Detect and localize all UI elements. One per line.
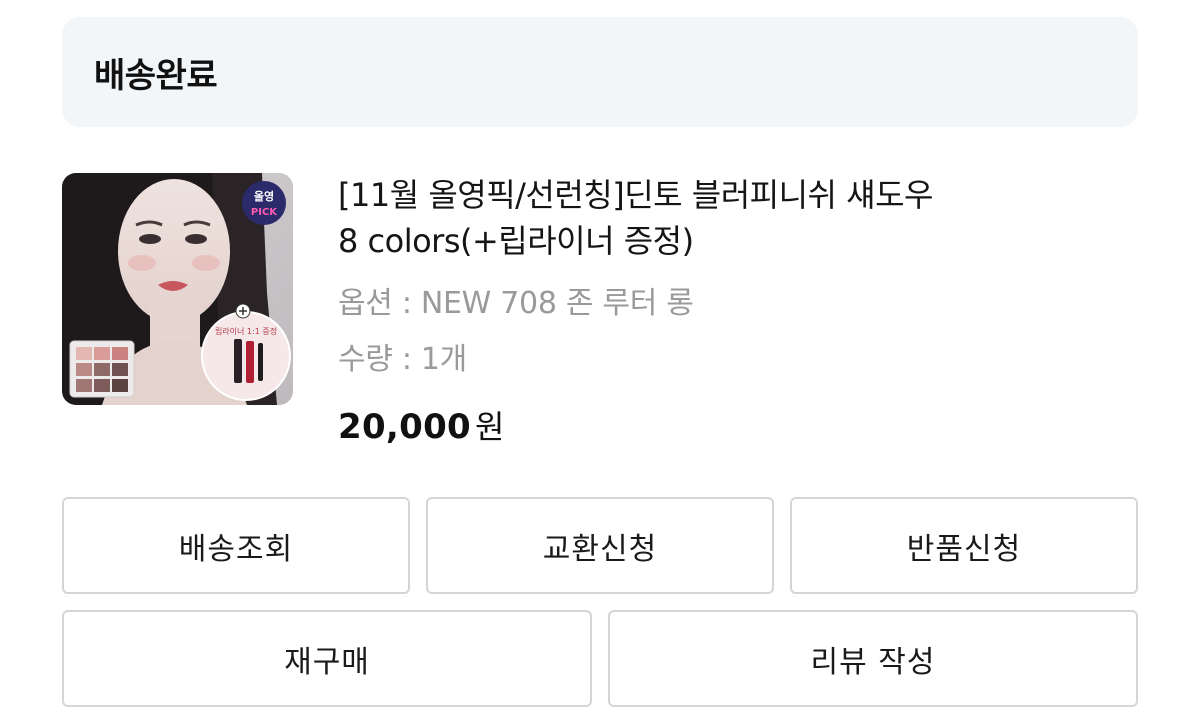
track-delivery-button[interactable]: 배송조회: [62, 497, 410, 594]
price-amount: 20,000: [338, 407, 472, 447]
gift-text: 립라이너 1:1 증정: [215, 326, 277, 336]
product-title-line2: 8 colors(+립라이너 증정): [338, 222, 694, 260]
badge-top-text: 올영: [254, 190, 274, 203]
product-title-line1: [11월 올영픽/선런칭]딘토 블러피니쉬 섀도우: [338, 176, 933, 214]
price-unit: 원: [475, 408, 505, 446]
product-title[interactable]: [11월 올영픽/선런칭]딘토 블러피니쉬 섀도우 8 colors(+립라이너…: [338, 172, 1138, 264]
product-thumbnail[interactable]: 올영 PICK 립라이너 1:1 증정: [62, 173, 293, 405]
order-status-banner: 배송완료: [62, 17, 1138, 127]
product-option: 옵션 : NEW 708 존 루터 롱: [338, 286, 694, 321]
rebuy-button[interactable]: 재구매: [62, 610, 592, 707]
exchange-request-button[interactable]: 교환신청: [426, 497, 774, 594]
badge-bottom-text: PICK: [251, 207, 278, 218]
product-image: 올영 PICK 립라이너 1:1 증정: [62, 173, 293, 405]
return-request-button[interactable]: 반품신청: [790, 497, 1138, 594]
product-info: [11월 올영픽/선런칭]딘토 블러피니쉬 섀도우 8 colors(+립라이너…: [338, 172, 1138, 448]
order-status-label: 배송완료: [94, 55, 218, 96]
write-review-button[interactable]: 리뷰 작성: [608, 610, 1138, 707]
product-quantity: 수량 : 1개: [338, 342, 467, 377]
product-price: 20,000 원: [338, 402, 1138, 448]
